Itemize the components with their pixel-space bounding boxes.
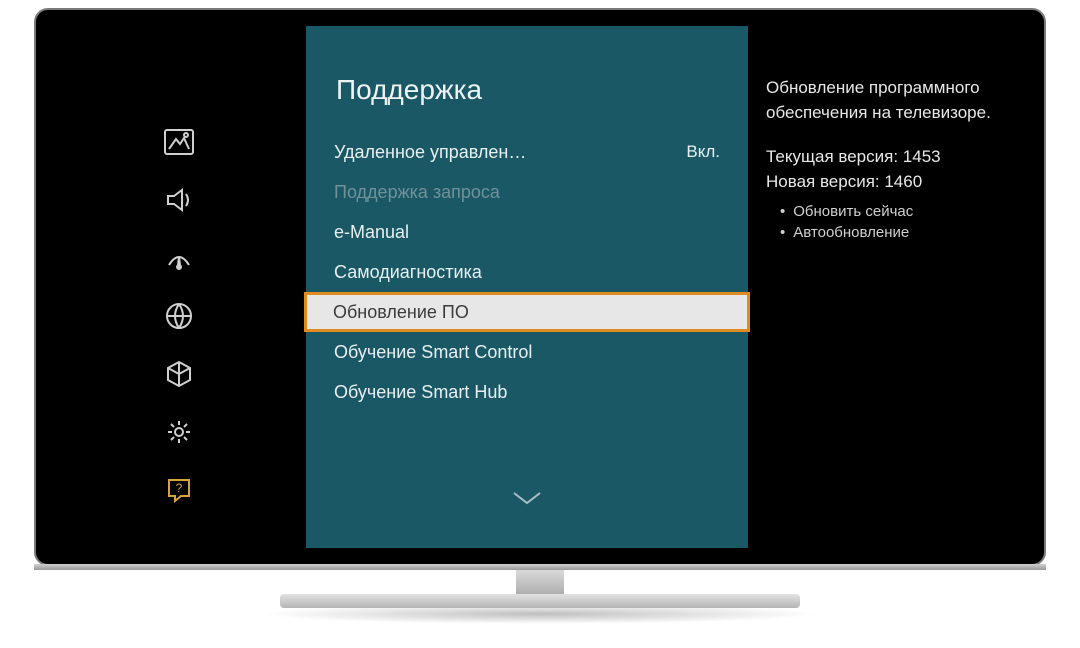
menu-item-label: e-Manual [334, 222, 409, 243]
network-icon[interactable] [157, 294, 201, 338]
settings-app: ? Поддержка Удаленное управлен… Вкл. Под… [52, 26, 1028, 548]
menu-item-label: Обучение Smart Hub [334, 382, 507, 403]
menu-item-label: Обучение Smart Control [334, 342, 532, 363]
menu-items: Удаленное управлен… Вкл. Поддержка запро… [306, 132, 748, 412]
menu-item-label: Самодиагностика [334, 262, 482, 283]
support-icon[interactable]: ? [157, 468, 201, 512]
chevron-down-icon[interactable] [510, 489, 544, 512]
menu-item-label: Поддержка запроса [334, 182, 500, 203]
menu-title: Поддержка [306, 48, 748, 132]
menu-item-remote-management[interactable]: Удаленное управлен… Вкл. [306, 132, 748, 172]
menu-item-label: Обновление ПО [333, 302, 469, 323]
info-panel: Обновление программного обеспечения на т… [748, 26, 1028, 548]
menu-item-smart-control-tutorial[interactable]: Обучение Smart Control [306, 332, 748, 372]
tv-screen: ? Поддержка Удаленное управлен… Вкл. Под… [34, 8, 1046, 566]
info-new-version: Новая версия: 1460 [766, 170, 1004, 195]
info-bullet-auto-update: Автообновление [780, 222, 1004, 244]
info-current-version: Текущая версия: 1453 [766, 145, 1004, 170]
menu-item-e-manual[interactable]: e-Manual [306, 212, 748, 252]
system-icon[interactable] [157, 352, 201, 396]
menu-item-request-support: Поддержка запроса [306, 172, 748, 212]
picture-icon[interactable] [157, 120, 201, 164]
menu-item-smart-hub-tutorial[interactable]: Обучение Smart Hub [306, 372, 748, 412]
tv-frame: ? Поддержка Удаленное управлен… Вкл. Под… [34, 8, 1046, 634]
broadcast-icon[interactable] [157, 236, 201, 280]
menu-item-software-update[interactable]: Обновление ПО [304, 292, 750, 332]
settings-sidebar: ? [52, 26, 306, 548]
svg-text:?: ? [176, 481, 183, 495]
sound-icon[interactable] [157, 178, 201, 222]
info-bullet-update-now: Обновить сейчас [780, 201, 1004, 223]
tv-stand-base [280, 594, 800, 608]
menu-item-value: Вкл. [686, 142, 720, 162]
info-description: Обновление программного обеспечения на т… [766, 76, 1004, 125]
menu-item-label: Удаленное управлен… [334, 142, 526, 163]
menu-panel: Поддержка Удаленное управлен… Вкл. Подде… [306, 26, 748, 548]
info-bullets: Обновить сейчас Автообновление [766, 201, 1004, 245]
menu-item-self-diagnosis[interactable]: Самодиагностика [306, 252, 748, 292]
tv-stand [34, 564, 1046, 634]
settings-icon[interactable] [157, 410, 201, 454]
